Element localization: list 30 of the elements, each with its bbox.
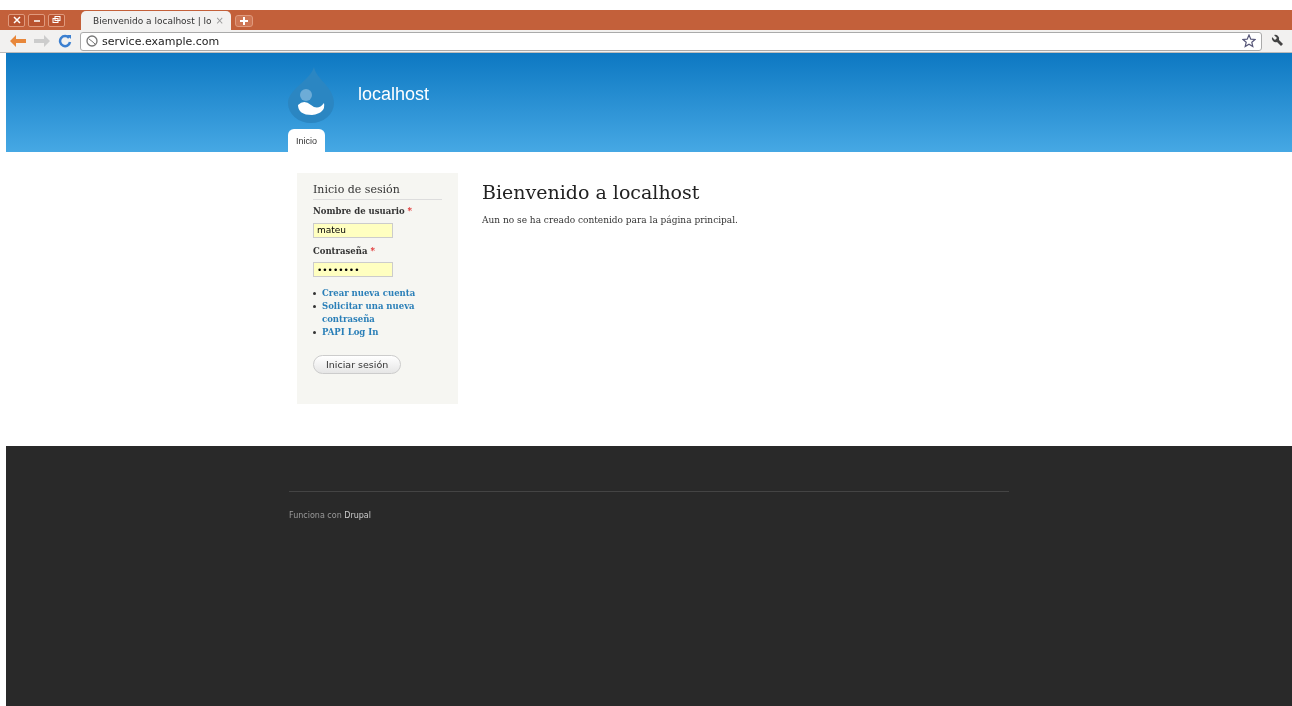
reload-icon[interactable] [58, 34, 72, 48]
input-field[interactable]: mateu [313, 222, 393, 238]
account-link[interactable]: PAPI Log In [322, 326, 379, 339]
panel-title: Inicio de sesión [313, 183, 442, 200]
url-text: service.example.com [102, 34, 220, 48]
login-button[interactable]: Iniciar sesión [313, 355, 402, 374]
close-icon [12, 16, 21, 24]
address-bar[interactable]: service.example.com [80, 31, 1262, 51]
page-title: Bienvenido a localhost [482, 181, 701, 203]
plus-icon [240, 17, 248, 25]
field-label: Nombre de usuario * [313, 206, 413, 216]
new-tab-button[interactable] [235, 15, 253, 27]
close-button[interactable] [8, 13, 25, 27]
site-name[interactable]: localhost [358, 83, 430, 105]
restore-button[interactable] [48, 13, 65, 27]
nav-tab[interactable]: Inicio [288, 129, 325, 152]
star-icon[interactable] [1242, 34, 1256, 48]
wrench-icon[interactable] [1270, 34, 1284, 48]
page-text: Aun no se ha creado contenido para la página principal. [482, 215, 738, 225]
input-field[interactable]: •••••••• [313, 262, 393, 277]
minimize-button[interactable] [28, 13, 45, 27]
footer-text: Funciona con Drupal [289, 491, 1009, 520]
account-link[interactable]: Solicitar una nueva contraseña [322, 300, 442, 326]
drupal-link[interactable]: Drupal [344, 511, 371, 520]
back-icon[interactable] [10, 35, 26, 47]
field-label: Contraseña * [313, 245, 376, 256]
account-link[interactable]: Crear nueva cuenta [322, 287, 416, 300]
drop-logo-icon[interactable] [286, 65, 336, 123]
restore-icon [52, 16, 61, 24]
browser-tab[interactable]: Bienvenido a localhost | lo × [81, 11, 231, 30]
